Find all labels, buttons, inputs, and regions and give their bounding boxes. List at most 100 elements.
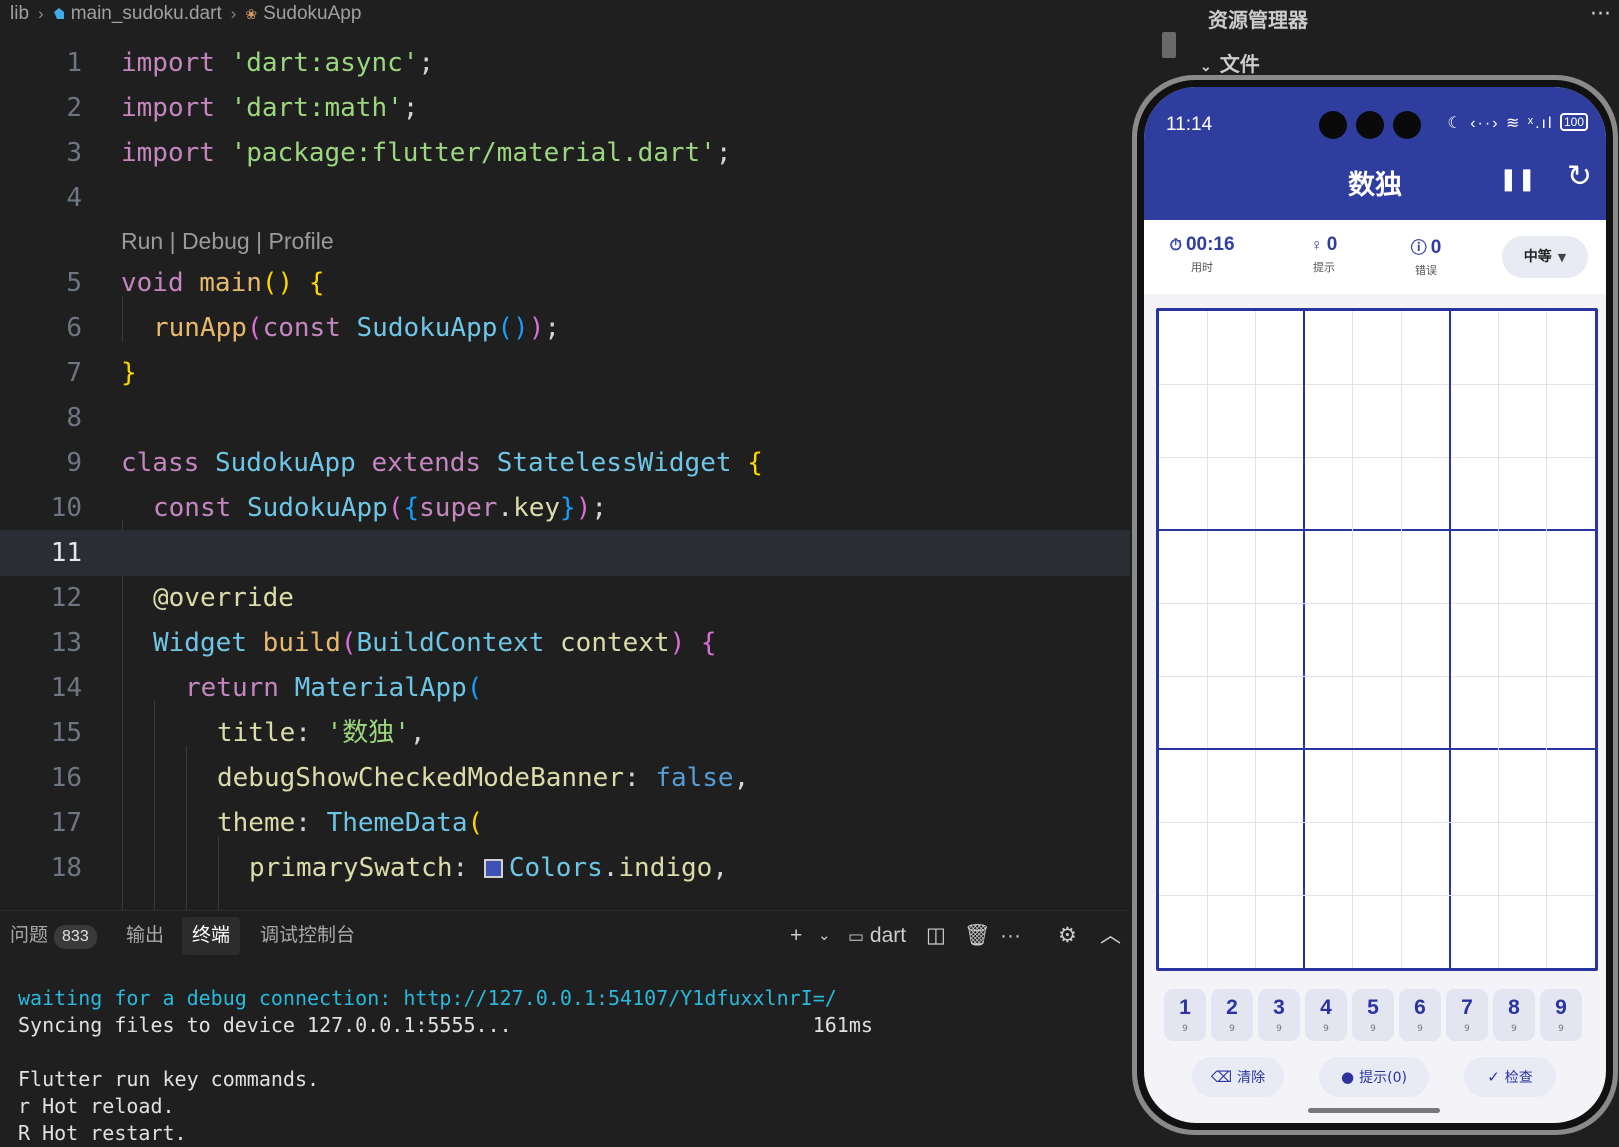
editor-scrollbar-thumb[interactable]: [1162, 32, 1176, 58]
chevron-down-icon[interactable]: ⌄: [818, 919, 831, 953]
number-key-1[interactable]: 19: [1164, 989, 1206, 1041]
code-line[interactable]: 6 runApp(const SudokuApp());: [0, 305, 1130, 351]
number-key-3[interactable]: 39: [1258, 989, 1300, 1041]
code-line-current[interactable]: 11: [0, 530, 1130, 576]
code-line[interactable]: 10 const SudokuApp({super.key});: [0, 485, 1130, 531]
breadcrumb-file[interactable]: main_sudoku.dart: [71, 3, 222, 25]
tab-debug-console[interactable]: 调试控制台: [250, 917, 365, 955]
sudoku-board[interactable]: [1156, 308, 1598, 971]
line-number: 2: [66, 93, 82, 123]
button-label: 提示(0): [1359, 1070, 1407, 1086]
trash-icon[interactable]: 🗑: [964, 919, 991, 953]
more-actions-icon[interactable]: ···: [1000, 919, 1021, 953]
code-text: Widget build(BuildContext context) {: [153, 628, 717, 658]
cell-divider-horizontal: [1159, 821, 1595, 823]
cell-divider-vertical: [1255, 311, 1257, 968]
terminal-line: R Hot restart.: [18, 1121, 187, 1145]
code-editor[interactable]: 1 import 'dart:async'; 2 import 'dart:ma…: [0, 40, 1130, 910]
explorer-section-files[interactable]: ⌄ 文件: [1200, 48, 1260, 77]
cell-divider-vertical: [1352, 311, 1354, 968]
code-text: import 'dart:async';: [121, 48, 435, 78]
hint-button[interactable]: ● 提示(0): [1319, 1057, 1429, 1097]
refresh-icon[interactable]: ↻: [1567, 159, 1592, 194]
phone-screen: 11:14 ☾ ‹··› ≋ ˣ.ıl 100 数独 ❚❚ ↻ ⏱ 00:16 用…: [1144, 87, 1606, 1123]
phone-emulator: 11:14 ☾ ‹··› ≋ ˣ.ıl 100 数独 ❚❚ ↻ ⏱ 00:16 用…: [1132, 75, 1618, 1135]
number-key-9[interactable]: 99: [1540, 989, 1582, 1041]
terminal-output[interactable]: waiting for a debug connection: http://1…: [18, 985, 873, 1147]
key-remaining: 9: [1511, 1024, 1517, 1034]
breadcrumb-lib[interactable]: lib: [10, 3, 29, 25]
panel-settings-icon[interactable]: ⚙: [1058, 919, 1077, 953]
error-icon: ⓘ: [1410, 240, 1427, 257]
action-bar: ⌫ 清除 ● 提示(0) ✓ 检查: [1144, 1057, 1606, 1101]
breadcrumb-symbol[interactable]: SudokuApp: [263, 3, 361, 25]
key-remaining: 9: [1417, 1024, 1423, 1034]
pause-icon[interactable]: ❚❚: [1499, 167, 1536, 192]
code-line[interactable]: 14 return MaterialApp(: [0, 665, 1130, 711]
code-line[interactable]: 3 import 'package:flutter/material.dart'…: [0, 130, 1130, 176]
line-number: 10: [50, 493, 82, 523]
number-key-4[interactable]: 49: [1305, 989, 1347, 1041]
line-number: 6: [66, 313, 82, 343]
line-number: 16: [50, 763, 82, 793]
split-terminal-icon[interactable]: ◫: [926, 919, 946, 953]
code-text: theme: ThemeData(: [217, 808, 484, 838]
cell-divider-vertical: [1206, 311, 1208, 968]
number-key-7[interactable]: 79: [1446, 989, 1488, 1041]
code-line[interactable]: 16 debugShowCheckedModeBanner: false,: [0, 755, 1130, 801]
number-key-6[interactable]: 69: [1399, 989, 1441, 1041]
code-line[interactable]: 13 Widget build(BuildContext context) {: [0, 620, 1130, 666]
lightbulb-icon: ♀: [1310, 237, 1323, 254]
code-line[interactable]: 12 @override: [0, 575, 1130, 621]
tab-terminal[interactable]: 终端: [182, 917, 241, 955]
line-number: 15: [50, 718, 82, 748]
cell-divider-horizontal: [1159, 675, 1595, 677]
sudoku-board-wrapper: [1156, 308, 1598, 971]
code-line[interactable]: 7 }: [0, 350, 1130, 396]
cell-divider-horizontal: [1159, 383, 1595, 385]
code-line[interactable]: 5 void main() {: [0, 260, 1130, 306]
difficulty-dropdown[interactable]: 中等 ▼: [1502, 236, 1588, 278]
key-remaining: 9: [1323, 1024, 1329, 1034]
code-text: title: '数独',: [217, 718, 426, 748]
color-swatch-indigo[interactable]: [483, 859, 503, 878]
box-divider-horizontal: [1159, 529, 1595, 531]
check-button[interactable]: ✓ 检查: [1464, 1057, 1556, 1097]
key-remaining: 9: [1370, 1024, 1376, 1034]
more-actions-icon[interactable]: ···: [1590, 2, 1611, 27]
lightbulb-icon: ●: [1341, 1068, 1355, 1086]
class-symbol-icon: ❀: [245, 5, 258, 22]
code-line[interactable]: 2 import 'dart:math';: [0, 85, 1130, 131]
code-line[interactable]: 9 class SudokuApp extends StatelessWidge…: [0, 440, 1130, 486]
code-text: import 'dart:math';: [121, 93, 419, 123]
key-number: 7: [1461, 996, 1473, 1019]
code-line[interactable]: 17 theme: ThemeData(: [0, 800, 1130, 846]
explorer-title: 资源管理器: [1208, 10, 1308, 32]
breadcrumb: lib › main_sudoku.dart › ❀ SudokuApp: [0, 0, 1130, 28]
code-line[interactable]: 4: [0, 175, 1130, 221]
stat-value: 0: [1430, 237, 1442, 258]
checkmark-icon: ✓: [1487, 1068, 1500, 1086]
number-key-8[interactable]: 89: [1493, 989, 1535, 1041]
code-line[interactable]: 1 import 'dart:async';: [0, 40, 1130, 86]
terminal-shell-selector[interactable]: ▭ dart: [848, 919, 906, 953]
tab-label: 问题: [10, 925, 49, 946]
panel-tab-bar: 问题 833 输出 终端 调试控制台 + ⌄ ▭ dart ◫ 🗑 ··· ⚙ ︿: [0, 911, 1130, 963]
stats-bar: ⏱ 00:16 用时 ♀ 0 提示 ⓘ 0 错误 中等 ▼: [1144, 220, 1606, 294]
tab-problems[interactable]: 问题 833: [0, 917, 107, 955]
battery-icon: 100: [1559, 113, 1588, 131]
number-key-2[interactable]: 29: [1211, 989, 1253, 1041]
code-line[interactable]: 15 title: '数独',: [0, 710, 1130, 756]
code-line[interactable]: 18 primarySwatch: Colors.indigo,: [0, 845, 1130, 891]
line-number: 17: [50, 808, 82, 838]
caret-down-icon: ▼: [1557, 251, 1567, 264]
codelens-run-debug-profile[interactable]: Run | Debug | Profile: [121, 221, 334, 261]
clear-button[interactable]: ⌫ 清除: [1192, 1057, 1284, 1097]
stat-value: 0: [1326, 234, 1338, 255]
chevron-up-icon[interactable]: ︿: [1100, 919, 1121, 953]
new-terminal-icon[interactable]: +: [790, 919, 802, 953]
tab-output[interactable]: 输出: [116, 917, 174, 955]
line-number: 1: [66, 48, 82, 78]
number-key-5[interactable]: 59: [1352, 989, 1394, 1041]
code-line[interactable]: 8: [0, 395, 1130, 441]
